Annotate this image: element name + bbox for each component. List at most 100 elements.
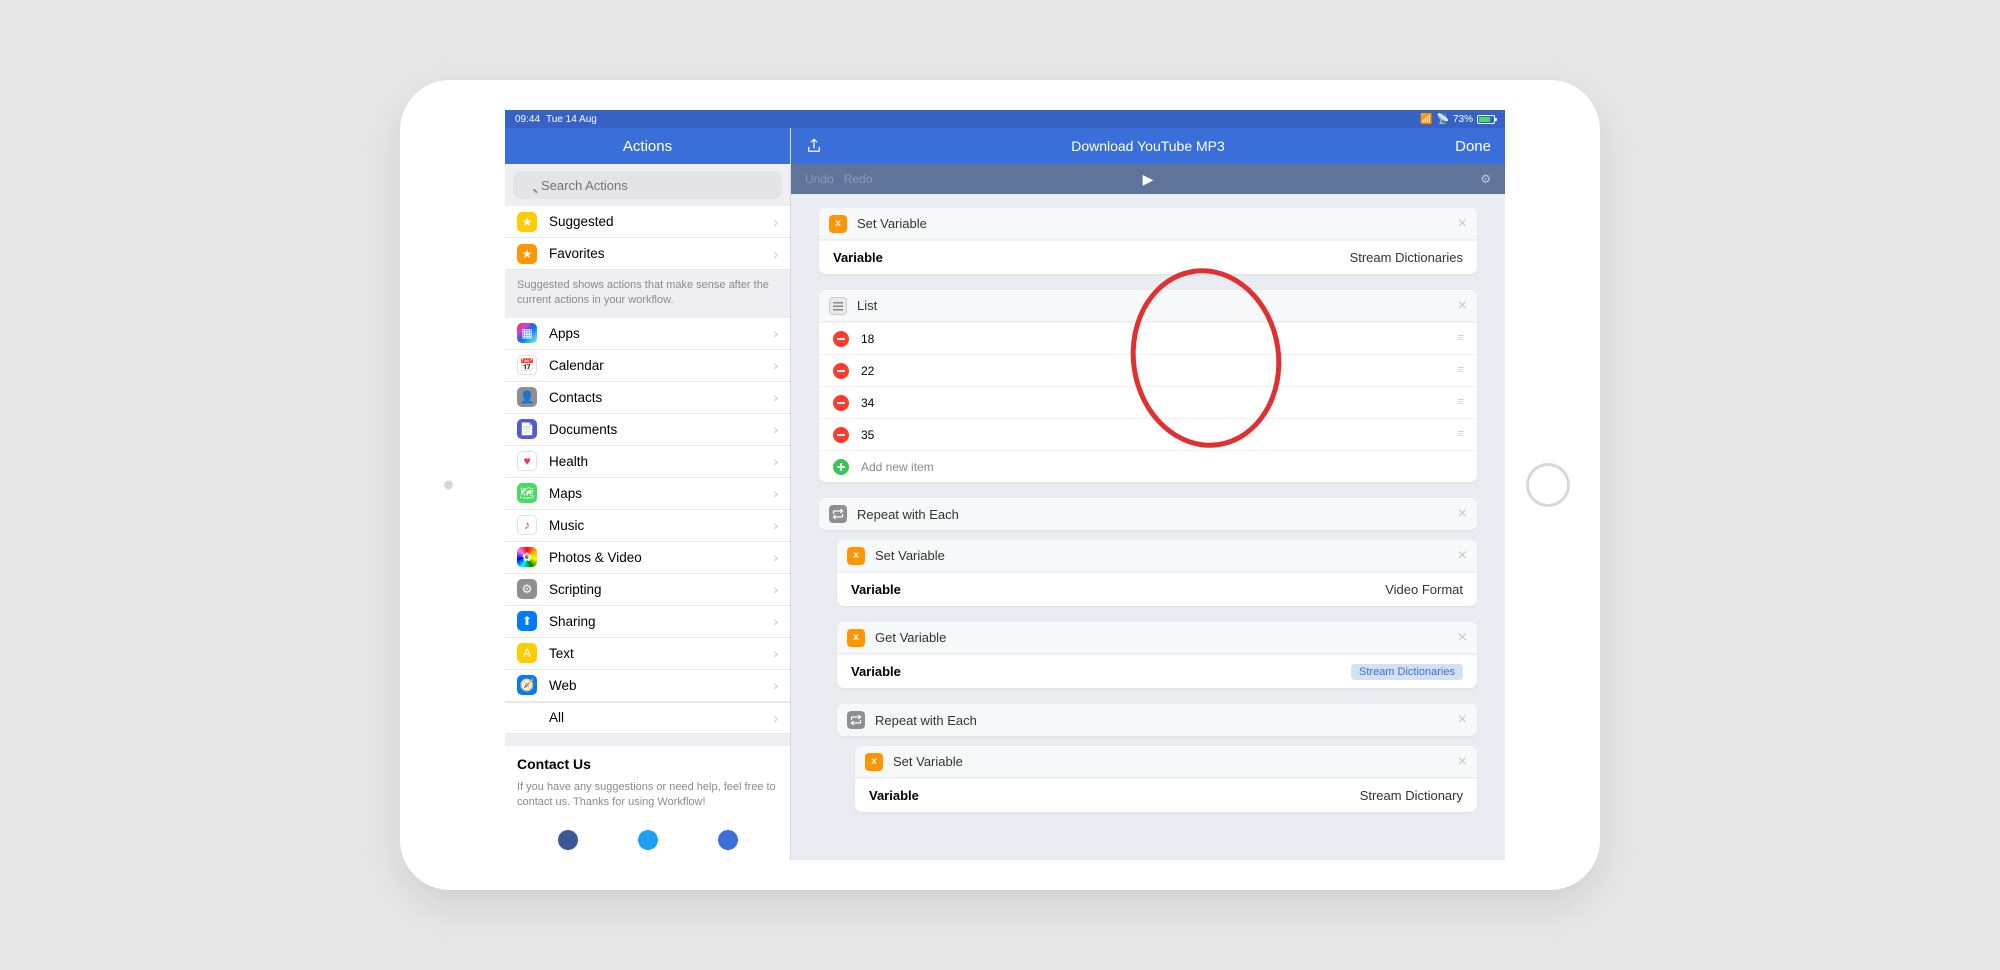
- drag-handle-icon[interactable]: ≡: [1458, 336, 1463, 342]
- action-set-variable[interactable]: x Set Variable × Variable Stream Diction…: [819, 208, 1477, 274]
- sidebar-item-favorites[interactable]: ★ Favorites ›: [505, 238, 790, 270]
- list-item[interactable]: 18 ≡: [819, 322, 1477, 354]
- search-input[interactable]: [513, 171, 782, 199]
- action-repeat[interactable]: Repeat with Each ×: [837, 704, 1477, 736]
- redo-button[interactable]: Redo: [844, 172, 873, 186]
- close-icon[interactable]: ×: [1458, 629, 1467, 647]
- param-value: Stream Dictionary: [1360, 788, 1463, 803]
- category-icon: 🗺: [517, 483, 537, 503]
- category-icon: ✿: [517, 547, 537, 567]
- chevron-right-icon: ›: [773, 485, 778, 501]
- sidebar-item-label: Contacts: [549, 390, 602, 405]
- repeat-icon: [847, 711, 865, 729]
- list-item[interactable]: 22 ≡: [819, 354, 1477, 386]
- sidebar-item-all[interactable]: All ›: [505, 702, 790, 734]
- param-label: Variable: [833, 250, 883, 265]
- action-list[interactable]: List × 18≡22≡34≡35≡ Add new item: [819, 290, 1477, 482]
- list-item-value: 35: [861, 428, 874, 442]
- close-icon[interactable]: ×: [1458, 753, 1467, 771]
- play-icon[interactable]: ▶: [1143, 171, 1154, 188]
- list-item-value: 18: [861, 332, 874, 346]
- camera-dot: [444, 481, 453, 490]
- close-icon[interactable]: ×: [1458, 711, 1467, 729]
- add-list-item[interactable]: Add new item: [819, 450, 1477, 482]
- category-icon: ▦: [517, 323, 537, 343]
- action-get-variable[interactable]: x Get Variable × Variable Stream Diction…: [837, 622, 1477, 688]
- wifi-icon: 📡: [1437, 114, 1449, 125]
- social-row: [505, 822, 790, 858]
- tablet-frame: 09:44 Tue 14 Aug 📶 📡 73% Actions: [400, 80, 1600, 890]
- action-header: x Set Variable ×: [819, 208, 1477, 240]
- main-header: Download YouTube MP3 Done: [791, 128, 1505, 164]
- chevron-right-icon: ›: [773, 421, 778, 437]
- sidebar-item-suggested[interactable]: ★ Suggested ›: [505, 206, 790, 238]
- sidebar-item-label: Scripting: [549, 582, 602, 597]
- sidebar-item-label: Health: [549, 454, 588, 469]
- sidebar-item-label: Sharing: [549, 614, 596, 629]
- mail-icon[interactable]: [718, 830, 738, 850]
- action-set-variable[interactable]: x Set Variable × Variable Video Format: [837, 540, 1477, 606]
- close-icon[interactable]: ×: [1458, 215, 1467, 233]
- category-icon: ♪: [517, 515, 537, 535]
- facebook-icon[interactable]: [558, 830, 578, 850]
- variable-token[interactable]: Stream Dictionaries: [1351, 664, 1463, 680]
- remove-icon[interactable]: [833, 363, 849, 379]
- drag-handle-icon[interactable]: ≡: [1458, 368, 1463, 374]
- action-repeat[interactable]: Repeat with Each ×: [819, 498, 1477, 530]
- workflow-title: Download YouTube MP3: [1071, 138, 1225, 154]
- main-panel: Download YouTube MP3 Done Undo Redo ▶ ⚙ …: [791, 128, 1505, 860]
- param-label: Variable: [851, 582, 901, 597]
- sidebar-categories: ▦Apps›📅Calendar›👤Contacts›📄Documents›♥He…: [505, 318, 790, 702]
- sidebar-item[interactable]: ✿Photos & Video›: [505, 542, 790, 574]
- list-item[interactable]: 34≡: [819, 386, 1477, 418]
- sidebar-item[interactable]: 📅Calendar›: [505, 350, 790, 382]
- action-header: Repeat with Each ×: [819, 498, 1477, 530]
- close-icon[interactable]: ×: [1458, 505, 1467, 523]
- action-title: Repeat with Each: [857, 507, 959, 522]
- add-icon: [833, 459, 849, 475]
- sidebar-item[interactable]: AText›: [505, 638, 790, 670]
- done-button[interactable]: Done: [1455, 138, 1491, 155]
- action-param-row[interactable]: Variable Video Format: [837, 572, 1477, 606]
- action-param-row[interactable]: Variable Stream Dictionary: [855, 778, 1477, 812]
- chevron-right-icon: ›: [773, 549, 778, 565]
- chevron-right-icon: ›: [773, 613, 778, 629]
- drag-handle-icon[interactable]: ≡: [1458, 400, 1463, 406]
- category-icon: 📄: [517, 419, 537, 439]
- undo-button[interactable]: Undo: [805, 172, 834, 186]
- share-icon[interactable]: [805, 137, 823, 155]
- home-button[interactable]: [1526, 463, 1570, 507]
- twitter-icon[interactable]: [638, 830, 658, 850]
- list-item-value: 22: [861, 364, 874, 378]
- category-icon: 📅: [517, 355, 537, 375]
- action-param-row[interactable]: Variable Stream Dictionaries: [837, 654, 1477, 688]
- sidebar-top-list: ★ Suggested › ★ Favorites ›: [505, 206, 790, 270]
- sidebar-item[interactable]: ♪Music›: [505, 510, 790, 542]
- star-icon: ★: [517, 212, 537, 232]
- sidebar-item[interactable]: 🗺Maps›: [505, 478, 790, 510]
- sidebar-item[interactable]: ▦Apps›: [505, 318, 790, 350]
- remove-icon[interactable]: [833, 331, 849, 347]
- sidebar-item[interactable]: ♥Health›: [505, 446, 790, 478]
- sidebar-item-label: Text: [549, 646, 574, 661]
- chevron-right-icon: ›: [773, 325, 778, 341]
- drag-handle-icon[interactable]: ≡: [1458, 432, 1463, 438]
- remove-icon[interactable]: [833, 427, 849, 443]
- sidebar-item[interactable]: ⬆Sharing›: [505, 606, 790, 638]
- workflow-canvas[interactable]: x Set Variable × Variable Stream Diction…: [791, 194, 1505, 860]
- close-icon[interactable]: ×: [1458, 297, 1467, 315]
- close-icon[interactable]: ×: [1458, 547, 1467, 565]
- action-title: List: [857, 298, 877, 313]
- action-header: x Set Variable ×: [837, 540, 1477, 572]
- sidebar-item[interactable]: 📄Documents›: [505, 414, 790, 446]
- sidebar-item[interactable]: 👤Contacts›: [505, 382, 790, 414]
- remove-icon[interactable]: [833, 395, 849, 411]
- action-set-variable[interactable]: x Set Variable × Variable Stream Diction…: [855, 746, 1477, 812]
- action-param-row[interactable]: Variable Stream Dictionaries: [819, 240, 1477, 274]
- action-header: List ×: [819, 290, 1477, 322]
- sidebar-item[interactable]: ⚙Scripting›: [505, 574, 790, 606]
- list-item[interactable]: 35 ≡: [819, 418, 1477, 450]
- chevron-right-icon: ›: [773, 710, 778, 726]
- sidebar-item[interactable]: 🧭Web›: [505, 670, 790, 702]
- gear-icon[interactable]: ⚙: [1480, 172, 1491, 186]
